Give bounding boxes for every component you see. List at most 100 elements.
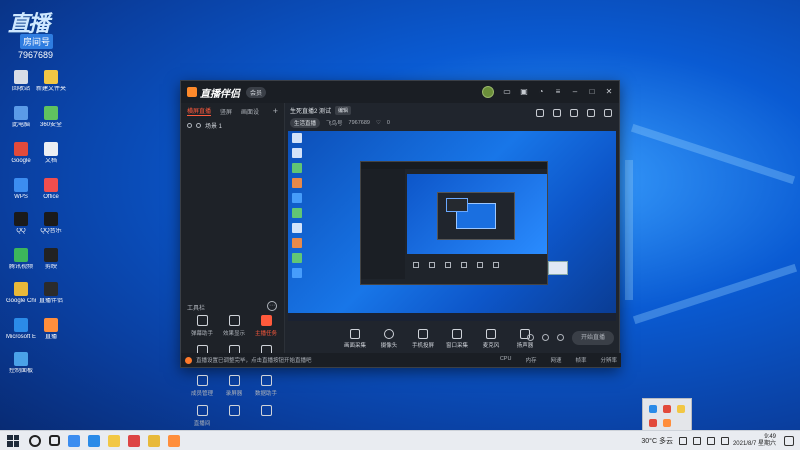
app-icon [44, 248, 58, 262]
desktop-icon[interactable]: 腾讯视频 [6, 248, 36, 282]
tool-item[interactable]: 直播间 [187, 405, 217, 431]
desktop-icon[interactable]: 直播 [36, 318, 66, 352]
desktop-icon[interactable]: 文档 [36, 142, 66, 176]
volume-icon[interactable] [706, 436, 715, 445]
tool-icon [228, 315, 240, 326]
chevron-up-icon[interactable] [678, 436, 687, 445]
desktop-icon[interactable]: 此电脑 [6, 106, 36, 140]
desktop-icon[interactable]: QQ音乐 [36, 212, 66, 246]
tool-item[interactable]: 录屏器 [219, 375, 249, 401]
tab-portrait[interactable]: 竖屏 [220, 107, 232, 116]
status-message: 直播设置已调整完毕，点击直播按钮开始直播吧 [196, 358, 312, 364]
window-capture-button[interactable]: 窗口采集 [446, 329, 468, 349]
tool-item[interactable] [251, 405, 281, 431]
ime-icon[interactable] [720, 436, 729, 445]
settings-icon[interactable] [557, 334, 564, 341]
app-icon [44, 142, 58, 156]
tool-item[interactable]: 成员管理 [187, 375, 217, 401]
tool-label: 录屏器 [225, 391, 243, 397]
screen-capture-button[interactable]: 画面采集 [344, 329, 366, 349]
avatar[interactable] [482, 86, 494, 98]
tool-item[interactable] [219, 405, 249, 431]
desktop-icon[interactable]: QQ [6, 212, 36, 246]
title-controls: ▭ ▣ ◔ ≡ – □ ✕ [482, 86, 613, 98]
app-icon [14, 178, 28, 192]
search-icon[interactable] [29, 434, 41, 447]
desktop-icon[interactable]: 剪映 [36, 248, 66, 282]
lock-icon[interactable] [536, 109, 544, 117]
room-id: 7967689 [348, 120, 370, 126]
weather-text[interactable]: 30°C 多云 [641, 436, 673, 446]
stream-preview[interactable] [288, 131, 616, 321]
task-view-icon[interactable] [49, 435, 60, 446]
tool-item[interactable]: 弹幕助手 [187, 315, 217, 341]
eye-icon[interactable] [542, 334, 549, 341]
room-category[interactable]: 生活直播 [290, 118, 321, 128]
tool-item[interactable]: 效果显示 [219, 315, 249, 341]
minimize-icon[interactable]: – [571, 88, 579, 96]
taskbar-app-icon[interactable] [148, 434, 160, 447]
status-memory: 内存 [525, 358, 537, 364]
notification-icon[interactable] [784, 435, 794, 446]
scene-item[interactable]: 场景 1 [181, 119, 284, 132]
desktop-icon[interactable]: Google [6, 142, 36, 176]
more-tools-icon[interactable]: ⋯ [267, 301, 277, 311]
tray-app-icon[interactable] [677, 405, 685, 413]
network-icon[interactable] [692, 436, 701, 445]
phone-cast-button[interactable]: 手机投屏 [412, 329, 434, 349]
wallpaper-beam [625, 160, 633, 300]
add-scene-icon[interactable]: + [273, 106, 278, 116]
tray-app-icon[interactable] [649, 405, 657, 413]
record-icon[interactable] [527, 334, 534, 341]
gift-icon[interactable]: ▣ [520, 88, 528, 96]
bell-icon[interactable]: ◔ [537, 88, 545, 96]
desktop-icon[interactable]: 新建文件夹 [36, 70, 66, 104]
taskbar-app-icon[interactable] [88, 434, 100, 447]
taskbar-app-icon[interactable] [168, 434, 180, 447]
edit-room-button[interactable]: 编辑 [335, 105, 352, 115]
desktop-icon-label: 剪映 [44, 264, 57, 270]
warning-icon [185, 356, 192, 364]
menu-icon[interactable]: ≡ [554, 88, 562, 96]
message-icon[interactable]: ▭ [503, 88, 511, 96]
close-icon[interactable]: ✕ [605, 88, 613, 96]
tab-landscape[interactable]: 横屏直播 [187, 106, 212, 116]
desktop-icon[interactable]: 360安全 [36, 106, 66, 140]
desktop-icon[interactable]: 控制面板 [6, 352, 36, 386]
window-titlebar[interactable]: 直播伴侣 会员 ▭ ▣ ◔ ≡ – □ ✕ [181, 81, 619, 103]
tray-app-icon[interactable] [663, 405, 671, 413]
lock-icon[interactable] [196, 123, 201, 128]
tool-item[interactable]: 主播任务 [251, 315, 281, 341]
app-icon [44, 212, 58, 226]
tray-overflow-popup [642, 398, 692, 432]
taskbar-app-icon[interactable] [68, 434, 80, 447]
start-live-button[interactable]: 开始直播 [572, 331, 614, 345]
desktop-icon[interactable]: Office [36, 178, 66, 212]
microphone-button[interactable]: 麦克风 [480, 329, 502, 349]
share-icon[interactable] [604, 109, 612, 117]
layout-icon[interactable] [553, 109, 561, 117]
maximize-icon[interactable]: □ [588, 88, 596, 96]
desktop-icon[interactable]: 直播伴侣 [36, 282, 66, 316]
taskbar-app-icon[interactable] [128, 434, 140, 447]
version-badge[interactable]: 会员 [246, 86, 267, 98]
clock[interactable]: 9:49 2021/8/7 星期六 [733, 434, 776, 448]
start-button[interactable] [7, 434, 19, 447]
desktop-icon[interactable]: Microsoft Edge [6, 318, 36, 352]
desktop-icon[interactable]: WPS [6, 178, 36, 212]
camera-button[interactable]: 摄像头 [378, 329, 400, 349]
desktop-icon[interactable]: 回收站 [6, 70, 36, 104]
status-fps: 帧率 [575, 358, 587, 364]
tray-app-icon[interactable] [649, 419, 657, 427]
tool-icon [228, 405, 240, 416]
like-icon: ♡ [375, 120, 381, 126]
app-icon [14, 248, 28, 262]
tab-settings[interactable]: 画面设 [241, 107, 259, 116]
eye-icon[interactable] [187, 123, 192, 128]
taskbar-app-icon[interactable] [108, 434, 120, 447]
tray-app-icon[interactable] [663, 419, 671, 427]
gift-icon[interactable] [570, 109, 578, 117]
desktop-icon[interactable]: Google Chrome [6, 282, 36, 316]
tool-item[interactable]: 数据助手 [251, 375, 281, 401]
bell-icon[interactable] [587, 109, 595, 117]
